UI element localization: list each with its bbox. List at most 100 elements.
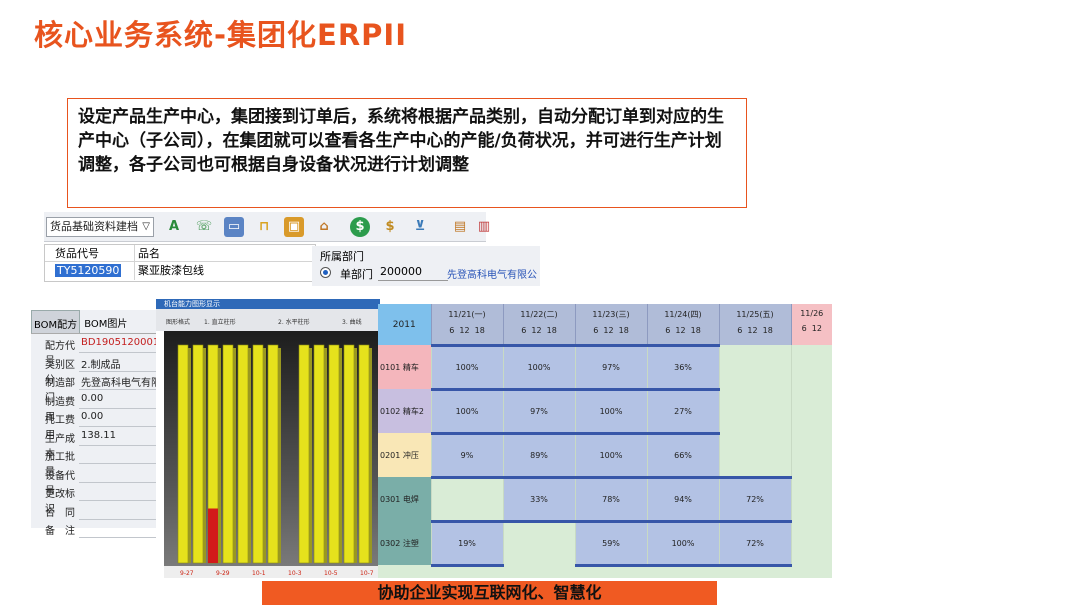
capacity-bar-chart (164, 331, 380, 566)
dollar-icon[interactable]: $ (350, 217, 370, 237)
bar-capacity-shade (233, 348, 236, 563)
briefcase-icon[interactable]: ▣ (284, 217, 304, 237)
load-cell[interactable]: 100% (430, 343, 503, 391)
department-company-name: 先登高科电气有限公 (447, 270, 537, 281)
item-code-cell[interactable]: TY5120590 (55, 264, 122, 277)
bom-field-value[interactable] (79, 504, 159, 520)
load-cell[interactable] (790, 433, 832, 477)
bom-field-value[interactable]: 138.11 (79, 430, 159, 446)
home-icon[interactable]: ⌂ (314, 217, 334, 237)
option-horizontal-bar[interactable]: 2. 水平柱形 (278, 317, 310, 326)
department-cell[interactable]: 0101 精车 (378, 345, 431, 389)
bar-capacity-shade (248, 348, 251, 563)
tab-bom-image[interactable]: BOM图片 (80, 310, 131, 333)
department-code-field[interactable]: 200000 (378, 265, 448, 281)
bom-field-value[interactable]: BD1905120001->1 (79, 337, 159, 353)
load-cell[interactable]: 78% (574, 475, 647, 523)
department-cell[interactable]: 0201 冲压 (378, 433, 431, 477)
department-label: 所属部门 (320, 250, 364, 263)
bom-field-value[interactable] (79, 522, 159, 538)
hour-labels: 6 12 18 (521, 326, 557, 335)
bom-field-value[interactable] (79, 467, 159, 483)
load-cell[interactable]: 72% (718, 519, 791, 567)
table-row[interactable]: 0302 注塑 19% 59% 100% 72% (378, 519, 832, 567)
module-select[interactable]: 货品基础资料建档 ▽ (46, 217, 154, 237)
department-cell[interactable]: 0302 注塑 (378, 521, 431, 565)
load-cell[interactable]: 100% (430, 387, 503, 435)
bar-capacity-shade (354, 348, 357, 563)
bom-field-row: 加工批量 (45, 448, 159, 478)
bom-field-value[interactable]: 0.00 (79, 393, 159, 409)
load-cell[interactable] (718, 389, 791, 433)
bom-field-label: 类别区分 (45, 359, 75, 386)
table-row[interactable]: 0102 精车2 100% 97% 100% 27% (378, 387, 832, 435)
load-cell[interactable] (430, 477, 503, 521)
table-row[interactable]: 0301 电焊 33% 78% 94% 72% (378, 475, 832, 523)
load-cell[interactable] (790, 477, 832, 521)
phone-icon[interactable]: ☏ (194, 217, 214, 237)
load-cell[interactable]: 66% (646, 431, 719, 479)
clipboard-icon[interactable]: ▤ (450, 217, 470, 237)
bar-capacity (267, 344, 279, 564)
item-name-cell[interactable]: 聚亚胺漆包线 (135, 262, 315, 280)
load-cell[interactable] (790, 521, 832, 565)
toolbar: 货品基础资料建档 ▽ A ☏ ▭ ⊓ ▣ ⌂ $ $ ⊻ ▤ ▥ (44, 212, 490, 242)
bom-field-value[interactable] (79, 485, 159, 501)
load-cell[interactable]: 27% (646, 387, 719, 435)
load-cell[interactable]: 36% (646, 343, 719, 391)
bom-field-value[interactable] (79, 448, 159, 464)
load-cell[interactable] (502, 521, 575, 565)
day-header: 11/24(四) 6 12 18 (646, 304, 719, 345)
monitor-icon[interactable]: ▭ (224, 217, 244, 237)
abc-icon[interactable]: A (164, 217, 184, 237)
load-cell[interactable]: 59% (574, 519, 647, 567)
hour-labels: 6 12 18 (593, 326, 629, 335)
money-bag-icon[interactable]: $ (380, 217, 400, 237)
table-row[interactable]: TY5120590 聚亚胺漆包线 (45, 262, 315, 280)
load-cell[interactable]: 100% (646, 519, 719, 567)
x-tick-label: 10-5 (324, 570, 338, 577)
bom-field-value[interactable]: 2.制成品 (79, 356, 159, 372)
table-row[interactable]: 0201 冲压 9% 89% 100% 66% (378, 431, 832, 479)
report-icon[interactable]: ▥ (474, 217, 494, 237)
load-cell[interactable]: 9% (430, 431, 503, 479)
chevron-down-icon: ▽ (142, 221, 150, 232)
load-cell[interactable] (718, 433, 791, 477)
load-cell[interactable]: 19% (430, 519, 503, 567)
load-cell[interactable]: 100% (502, 343, 575, 391)
option-vertical-bar[interactable]: 1. 直立柱形 (204, 317, 236, 326)
bom-field-row: 类别区分 2.制成品 (45, 356, 159, 386)
bar-capacity (237, 344, 249, 564)
hour-labels: 6 12 (801, 324, 822, 333)
table-row[interactable]: 0101 精车 100% 100% 97% 36% (378, 343, 832, 391)
lock-icon[interactable]: ⊓ (254, 217, 274, 237)
load-cell[interactable]: 72% (718, 475, 791, 523)
cart-icon[interactable]: ⊻ (410, 217, 430, 237)
bom-field-value[interactable]: 先登高科电气有限公司 (79, 374, 159, 390)
chart-window-title: 机台能力图形显示 (156, 299, 380, 309)
load-cell[interactable]: 100% (574, 387, 647, 435)
slide-title: 核心业务系统-集团化ERPII (34, 18, 408, 52)
bar-load (208, 508, 218, 563)
bar-capacity (358, 344, 370, 564)
tab-bom-formula[interactable]: BOM配方 (31, 310, 81, 333)
bom-field-row: 合 同 (45, 504, 159, 522)
bar-capacity (328, 344, 340, 564)
load-cell[interactable]: 33% (502, 475, 575, 523)
department-radio[interactable] (320, 267, 331, 278)
load-cell[interactable] (790, 389, 832, 433)
load-cell[interactable]: 100% (574, 431, 647, 479)
department-cell[interactable]: 0301 电焊 (378, 477, 431, 521)
load-cell[interactable]: 97% (574, 343, 647, 391)
load-cell[interactable]: 97% (502, 387, 575, 435)
department-panel: 所属部门 单部门 200000 先登高科电气有限公 (312, 246, 540, 286)
load-cell[interactable] (790, 345, 832, 389)
load-cell[interactable]: 89% (502, 431, 575, 479)
day-label: 11/24(四) (664, 310, 702, 319)
department-cell[interactable]: 0102 精车2 (378, 389, 431, 433)
bar-capacity-shade (369, 348, 372, 563)
bom-field-value[interactable]: 0.00 (79, 411, 159, 427)
load-cell[interactable] (718, 345, 791, 389)
option-line[interactable]: 3. 曲线 (342, 317, 362, 326)
load-cell[interactable]: 94% (646, 475, 719, 523)
